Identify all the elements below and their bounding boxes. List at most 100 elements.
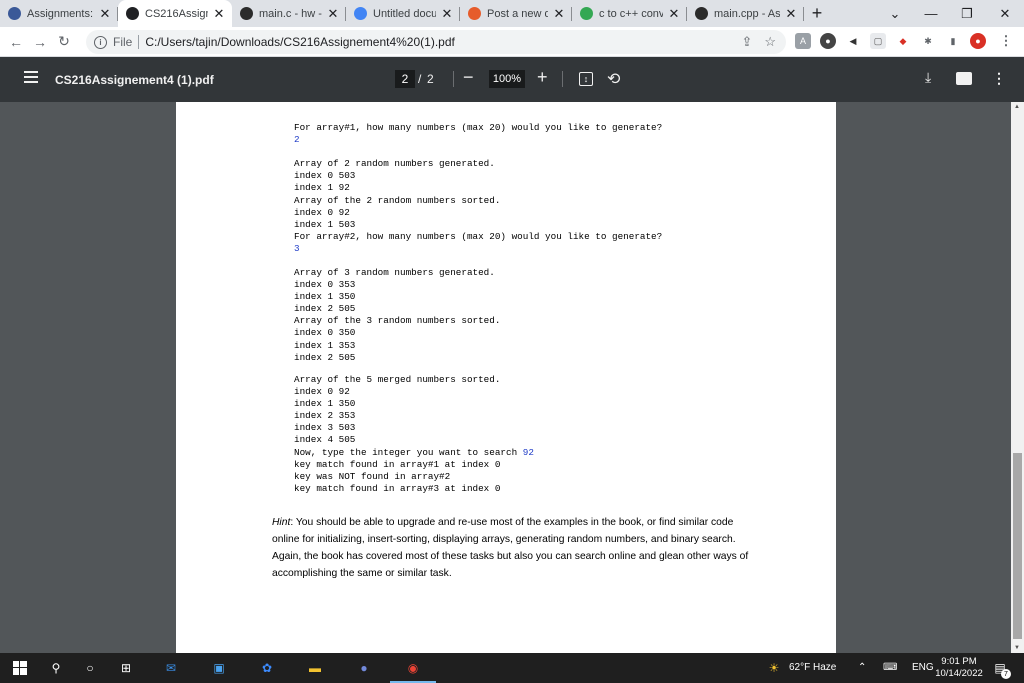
viewer-scrollbar[interactable]: ▲ ▼: [1011, 102, 1024, 653]
browser-tab[interactable]: main.cpp - Assi ✕: [687, 0, 804, 27]
page-number-input[interactable]: 2: [395, 70, 415, 88]
user-input-value: 3: [294, 242, 300, 254]
keyboard-icon[interactable]: ⌨: [883, 662, 897, 673]
tab-search-icon[interactable]: ⌄: [880, 0, 910, 27]
scrollbar-thumb[interactable]: [1013, 453, 1022, 639]
clock-time: 9:01 PM: [941, 656, 977, 667]
tab-close-icon[interactable]: ✕: [667, 6, 681, 22]
tab-close-icon[interactable]: ✕: [784, 6, 798, 22]
code-line: Array of 2 random numbers generated.: [294, 158, 662, 170]
app-icon[interactable]: ✿: [259, 660, 275, 676]
tab-close-icon[interactable]: ✕: [98, 6, 112, 22]
fit-to-page-icon[interactable]: ↕: [579, 72, 593, 86]
extension-icon-5[interactable]: ◆: [895, 33, 911, 49]
code-text: For array#2, how many numbers (max 20) w…: [294, 230, 663, 242]
code-line: Array of the 2 random numbers sorted.: [294, 195, 662, 207]
tab-close-icon[interactable]: ✕: [440, 6, 454, 22]
windows-start-icon[interactable]: [12, 660, 28, 676]
print-icon[interactable]: [956, 72, 972, 85]
tab-separator: [803, 7, 804, 21]
tab-favicon-icon: [695, 7, 708, 20]
side-panel-icon[interactable]: ▮: [945, 33, 961, 49]
task-view-icon[interactable]: ⊞: [118, 660, 134, 676]
browser-tab[interactable]: main.c - hw - Re ✕: [232, 0, 346, 27]
address-bar[interactable]: i File C:/Users/tajin/Downloads/CS216Ass…: [86, 30, 786, 54]
extension-icon-2[interactable]: ●: [820, 33, 836, 49]
code-line: index 1 350: [294, 398, 534, 410]
tab-title: main.c - hw - Re: [259, 7, 322, 20]
profile-avatar[interactable]: ●: [970, 33, 986, 49]
weather-icon[interactable]: ☀: [766, 660, 782, 676]
user-input-value: 92: [522, 446, 534, 458]
tray-overflow-icon[interactable]: ⌃: [858, 662, 866, 673]
code-text: index 1 350: [294, 291, 356, 303]
share-icon[interactable]: ⇪: [741, 34, 752, 50]
tab-favicon-icon: [468, 7, 481, 20]
discord-icon[interactable]: ●: [356, 660, 372, 676]
zoom-out-icon[interactable]: −: [463, 67, 474, 88]
scroll-down-icon[interactable]: ▼: [1014, 645, 1020, 651]
pdf-viewer[interactable]: For array#1, how many numbers (max 20) w…: [0, 102, 1024, 653]
code-text: Array of 3 random numbers generated.: [294, 267, 495, 278]
browser-menu-icon[interactable]: ⋮: [998, 33, 1014, 49]
weather-text[interactable]: 62°F Haze: [789, 662, 836, 673]
code-text: index 1 353: [294, 339, 356, 351]
search-icon[interactable]: ⚲: [48, 660, 64, 676]
page-total: 2: [427, 72, 434, 86]
language-indicator[interactable]: ENG: [912, 662, 934, 673]
file-explorer-icon[interactable]: ▬: [307, 660, 323, 676]
code-text: index 4 505: [294, 434, 356, 446]
code-line: key match found in array#1 at index 0: [294, 459, 534, 471]
scroll-up-icon[interactable]: ▲: [1014, 104, 1020, 110]
url-text: C:/Users/tajin/Downloads/CS216Assignemen…: [145, 35, 455, 49]
new-tab-button[interactable]: +: [804, 0, 830, 27]
forward-icon[interactable]: →: [28, 30, 52, 54]
address-divider: [138, 35, 140, 49]
minimize-icon[interactable]: —: [916, 0, 946, 27]
chrome-icon[interactable]: ◉: [405, 660, 421, 676]
pdf-menu-icon[interactable]: [24, 71, 38, 83]
tab-close-icon[interactable]: ✕: [212, 6, 226, 22]
code-output-block: Array of 3 random numbers generated. inde…: [294, 267, 500, 364]
code-line: key was NOT found in array#2: [294, 471, 534, 483]
cortana-icon[interactable]: ○: [82, 660, 98, 676]
restore-icon[interactable]: ❐: [952, 0, 982, 27]
pdf-more-icon[interactable]: ⋮: [992, 70, 1006, 87]
mail-icon[interactable]: ✉: [163, 660, 179, 676]
tab-close-icon[interactable]: ✕: [552, 6, 566, 22]
reload-icon[interactable]: ↻: [52, 30, 76, 54]
taskbar: ⚲ ○ ⊞ ✉ ▣ ✿ ▬ ● ◉ ☀ 62°F Haze ⌃ ⌨ ENG 9:…: [0, 653, 1024, 683]
extension-icon-4[interactable]: ▢: [870, 33, 886, 49]
clock[interactable]: 9:01 PM 10/14/2022: [934, 656, 984, 680]
notification-count-badge: 7: [1001, 669, 1011, 679]
scheme-label: File: [113, 35, 133, 49]
hint-paragraph: Hint: You should be able to upgrade and …: [272, 514, 752, 582]
toolbar-divider: [562, 71, 563, 87]
zoom-level-input[interactable]: 100%: [489, 70, 525, 88]
extension-icon-3[interactable]: ◀: [845, 33, 861, 49]
code-line: Now, type the integer you want to search…: [294, 447, 534, 459]
code-text: index 1 350: [294, 398, 356, 410]
tab-close-icon[interactable]: ✕: [326, 6, 340, 22]
code-line: index 0 92: [294, 207, 662, 219]
rotate-icon[interactable]: ⟲: [607, 69, 620, 89]
info-icon[interactable]: i: [94, 35, 107, 49]
code-line: For array#1, how many numbers (max 20) w…: [294, 122, 662, 134]
browser-tab[interactable]: Untitled docum ✕: [346, 0, 460, 27]
pdf-page: For array#1, how many numbers (max 20) w…: [176, 102, 836, 653]
tab-favicon-icon: [126, 7, 139, 20]
zoom-in-icon[interactable]: +: [537, 67, 548, 88]
browser-tab[interactable]: CS216Assignmen ✕: [118, 0, 232, 27]
clock-date: 10/14/2022: [935, 668, 983, 679]
browser-tab[interactable]: Post a new ques ✕: [460, 0, 572, 27]
download-icon[interactable]: ⤓: [925, 69, 931, 86]
browser-tab[interactable]: c to c++ conver ✕: [572, 0, 687, 27]
close-window-icon[interactable]: ✕: [990, 0, 1020, 27]
extensions-puzzle-icon[interactable]: ✱: [920, 33, 936, 49]
photos-icon[interactable]: ▣: [211, 660, 227, 676]
back-icon[interactable]: ←: [4, 30, 28, 54]
code-line: index 1 92: [294, 182, 662, 194]
bookmark-star-icon[interactable]: ☆: [764, 34, 776, 50]
extension-icon-1[interactable]: A: [795, 33, 811, 49]
browser-tab[interactable]: Assignments: CS ✕: [0, 0, 118, 27]
